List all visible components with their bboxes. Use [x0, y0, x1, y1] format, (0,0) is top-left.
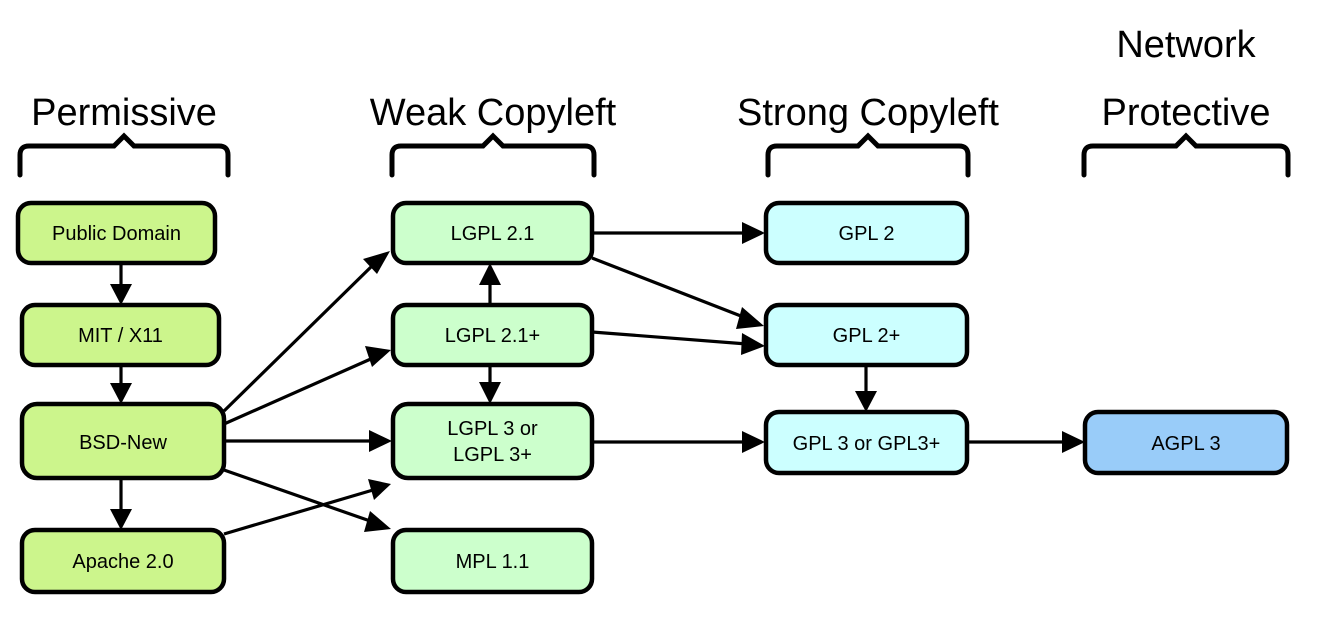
edge-bsd-new-to-mpl-1-1 — [223, 468, 391, 532]
node-bsd-new[interactable]: BSD-New — [19, 401, 227, 481]
brace-permissive — [17, 132, 231, 178]
node-label-gpl-3: GPL 3 or GPL3+ — [793, 433, 941, 455]
node-gpl-2[interactable]: GPL 2 — [763, 200, 970, 266]
edge-lgpl-3-to-gpl-3 — [592, 431, 765, 453]
edge-lgpl-2-1-to-gpl-2 — [592, 222, 765, 244]
category-title-network-protective-line1: Network — [1116, 24, 1256, 66]
node-label-mit-x11: MIT / X11 — [78, 325, 163, 347]
node-apache-2-0[interactable]: Apache 2.0 — [19, 527, 227, 595]
node-label-agpl-3: AGPL 3 — [1151, 433, 1220, 455]
edge-bsd-new-to-apache — [110, 478, 132, 530]
edge-gpl-3-to-agpl-3 — [967, 431, 1085, 453]
node-label-lgpl-2-1-plus: LGPL 2.1+ — [445, 325, 540, 347]
node-label-lgpl-2-1: LGPL 2.1 — [451, 223, 535, 245]
edge-gpl-2-plus-to-gpl-3 — [855, 365, 877, 412]
category-title-weak-copyleft: Weak Copyleft — [370, 92, 617, 134]
brace-weak-copyleft — [389, 132, 597, 178]
edge-lgpl-2-1-to-gpl-2-plus — [591, 256, 764, 329]
node-label-lgpl-3-line2: LGPL 3+ — [453, 444, 532, 466]
node-label-apache-2-0: Apache 2.0 — [72, 551, 173, 573]
diagram-canvas: Permissive Weak Copyleft Strong Copyleft… — [15, 24, 1291, 595]
category-title-strong-copyleft: Strong Copyleft — [737, 92, 999, 134]
node-agpl-3[interactable]: AGPL 3 — [1082, 409, 1290, 476]
category-braces — [17, 132, 1291, 178]
node-lgpl-2-1[interactable]: LGPL 2.1 — [390, 200, 595, 266]
node-mit-x11[interactable]: MIT / X11 — [19, 302, 222, 368]
diagram-edges — [110, 222, 1085, 536]
node-label-public-domain: Public Domain — [52, 223, 181, 245]
brace-strong-copyleft — [765, 132, 971, 178]
edge-lgpl-2-1-plus-to-lgpl-2-1 — [479, 263, 501, 305]
node-gpl-3[interactable]: GPL 3 or GPL3+ — [763, 409, 970, 476]
edge-mit-to-bsd-new — [110, 365, 132, 404]
license-compatibility-diagram: Permissive Weak Copyleft Strong Copyleft… — [0, 0, 1338, 620]
edge-public-domain-to-mit — [110, 263, 132, 305]
diagram-nodes: Public Domain MIT / X11 BSD-New Apache 2… — [15, 200, 1290, 595]
node-gpl-2-plus[interactable]: GPL 2+ — [763, 302, 970, 368]
edge-bsd-new-to-lgpl-3 — [224, 430, 392, 452]
node-mpl-1-1[interactable]: MPL 1.1 — [390, 527, 595, 595]
node-label-lgpl-3-line1: LGPL 3 or — [447, 418, 538, 440]
node-lgpl-3[interactable]: LGPL 3 or LGPL 3+ — [390, 401, 595, 481]
edge-lgpl-2-1-plus-to-gpl-2-plus — [591, 330, 765, 355]
node-lgpl-2-1-plus[interactable]: LGPL 2.1+ — [390, 302, 595, 368]
category-title-permissive: Permissive — [31, 92, 217, 134]
brace-network-protective — [1081, 132, 1291, 178]
edge-lgpl-2-1-plus-to-lgpl-3 — [479, 365, 501, 404]
category-title-network-protective-line2: Protective — [1102, 92, 1271, 134]
category-headings: Permissive Weak Copyleft Strong Copyleft… — [31, 24, 1270, 134]
node-label-mpl-1-1: MPL 1.1 — [456, 551, 530, 573]
node-label-gpl-2-plus: GPL 2+ — [833, 325, 901, 347]
node-public-domain[interactable]: Public Domain — [15, 200, 218, 266]
node-label-bsd-new: BSD-New — [79, 432, 167, 454]
node-label-gpl-2: GPL 2 — [839, 223, 895, 245]
